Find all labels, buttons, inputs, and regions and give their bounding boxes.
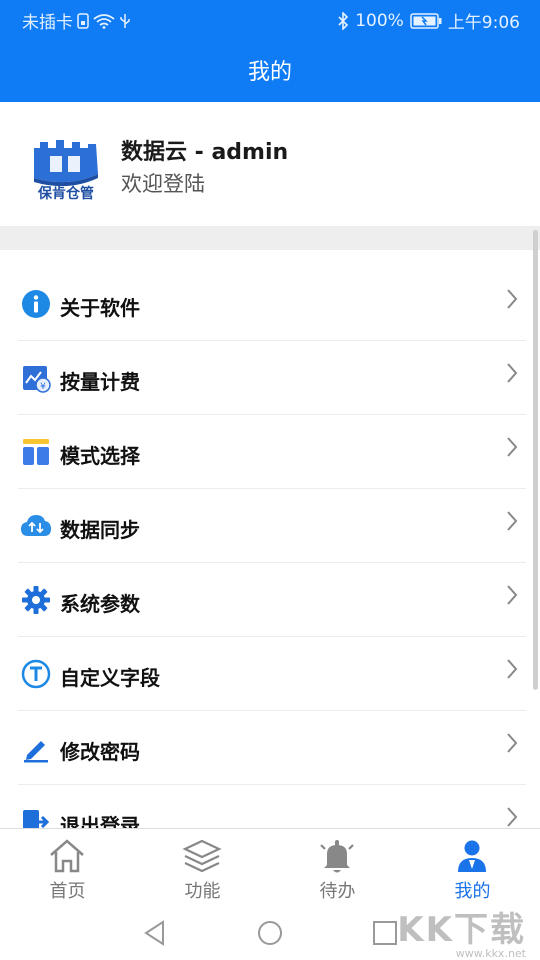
pencil-icon	[20, 732, 52, 764]
menu-label: 按量计费	[60, 370, 140, 394]
tab-label: 首页	[49, 881, 86, 902]
carrier-text: 未插卡	[22, 13, 73, 33]
sim-icon	[77, 12, 89, 29]
watermark: KK下载 www.kkx.net	[397, 902, 526, 960]
menu-item-mode[interactable]: 模式选择	[0, 414, 540, 488]
menu-item-billing[interactable]: ¥ 按量计费	[0, 340, 540, 414]
info-icon	[20, 288, 52, 320]
menu-item-params[interactable]: 系统参数	[0, 562, 540, 636]
tab-mine[interactable]: 我的	[405, 829, 540, 909]
back-icon[interactable]	[143, 920, 167, 950]
tab-label: 待办	[319, 881, 356, 902]
chevron-right-icon	[506, 436, 518, 462]
chevron-right-icon	[506, 584, 518, 610]
home-icon	[47, 837, 87, 875]
watermark-logo: KK下载	[397, 910, 526, 950]
cloud-sync-icon	[20, 510, 52, 542]
logo-text: 保肯仓管	[37, 185, 94, 202]
app-header: 未插卡 100% 上午9:06 我的	[0, 0, 540, 102]
person-icon	[452, 837, 492, 875]
mode-layout-icon	[20, 436, 52, 468]
menu-item-custom-fields[interactable]: 自定义字段	[0, 636, 540, 710]
settings-menu: 关于软件 ¥ 按量计费 模式选择 数据同步 系统参数 自定义字段 修改密码 退出…	[0, 250, 540, 828]
chevron-right-icon	[506, 362, 518, 388]
home-nav-icon[interactable]	[257, 920, 283, 950]
tab-home[interactable]: 首页	[0, 829, 135, 909]
text-t-icon	[20, 658, 52, 690]
bluetooth-icon	[337, 11, 349, 30]
menu-item-about[interactable]: 关于软件	[0, 266, 540, 340]
menu-label: 修改密码	[60, 740, 140, 764]
recents-icon[interactable]	[372, 920, 398, 950]
menu-label: 退出登录	[60, 814, 140, 828]
menu-label: 自定义字段	[60, 666, 160, 690]
page-title: 我的	[247, 60, 292, 85]
menu-item-change-password[interactable]: 修改密码	[0, 710, 540, 784]
section-divider	[0, 226, 540, 250]
profile-name: 数据云 - admin	[121, 140, 289, 165]
battery-icon	[410, 12, 442, 29]
menu-label: 数据同步	[60, 518, 140, 542]
clock: 上午9:06	[447, 13, 520, 33]
app-logo: 保肯仓管	[28, 126, 104, 202]
chevron-right-icon	[506, 288, 518, 314]
logout-icon	[20, 806, 52, 828]
battery-percent: 100%	[355, 10, 404, 31]
usb-icon	[119, 13, 131, 29]
billing-icon: ¥	[20, 362, 52, 394]
menu-label: 关于软件	[60, 296, 140, 320]
chevron-right-icon	[506, 806, 518, 828]
menu-item-logout[interactable]: 退出登录	[0, 784, 540, 828]
wifi-icon	[93, 13, 115, 29]
chevron-right-icon	[506, 658, 518, 684]
profile-welcome: 欢迎登陆	[121, 172, 205, 196]
menu-item-sync[interactable]: 数据同步	[0, 488, 540, 562]
status-bar: 未插卡 100% 上午9:06	[0, 0, 540, 38]
tab-label: 功能	[184, 881, 221, 902]
svg-text:¥: ¥	[40, 382, 46, 392]
tab-todo[interactable]: 待办	[270, 829, 405, 909]
scrollbar[interactable]	[533, 230, 538, 690]
gear-icon	[20, 584, 52, 616]
tab-functions[interactable]: 功能	[135, 829, 270, 909]
tab-label: 我的	[454, 881, 491, 902]
layers-icon	[182, 837, 222, 875]
menu-label: 系统参数	[60, 592, 140, 616]
chevron-right-icon	[506, 510, 518, 536]
bottom-tab-bar: 首页 功能 待办 我的	[0, 828, 540, 908]
chevron-right-icon	[506, 732, 518, 758]
menu-label: 模式选择	[60, 444, 140, 468]
bell-icon	[317, 837, 357, 875]
